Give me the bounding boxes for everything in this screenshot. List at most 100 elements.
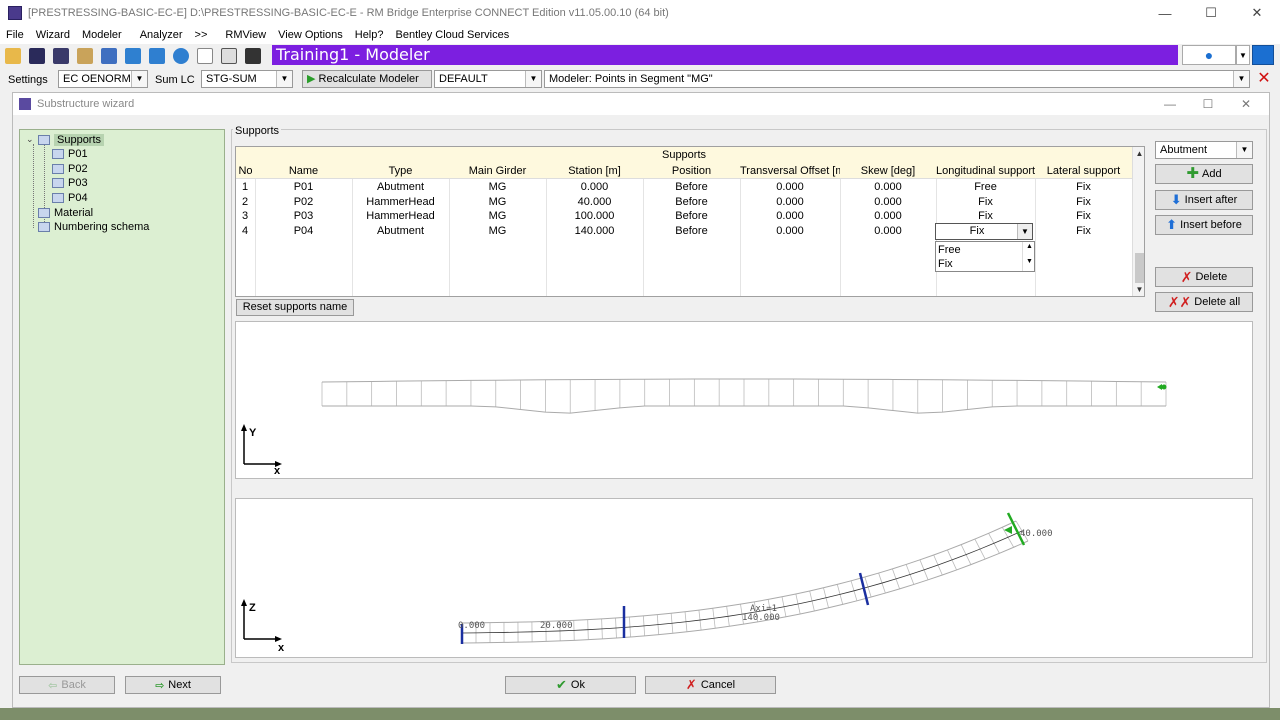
elevation-view[interactable]: 0.000 20.000 40.000 140.000 Axi=1 Z x (235, 498, 1253, 658)
table-scrollbar[interactable]: ▲ ▼ (1132, 147, 1144, 296)
document-button[interactable] (194, 46, 216, 66)
dropdown-option-free[interactable]: Free (938, 243, 961, 257)
chevron-down-icon[interactable]: ▼ (1017, 224, 1032, 239)
table-cell[interactable]: MG (449, 209, 546, 224)
tree-item-p03[interactable]: P03 (52, 176, 88, 190)
dropdown-option-fix[interactable]: Fix (938, 257, 953, 271)
scroll-up-icon[interactable]: ▲ (1133, 147, 1144, 160)
table-cell[interactable]: 3 (236, 209, 255, 224)
table-cell[interactable]: 100.000 (546, 209, 643, 224)
graduate-button[interactable] (242, 46, 264, 66)
table-cell[interactable]: MG (449, 195, 546, 210)
table-cell[interactable]: Before (643, 224, 740, 239)
table-cell[interactable]: 40.000 (546, 195, 643, 210)
table-cell[interactable]: 0.000 (740, 180, 840, 195)
table-cell[interactable]: Fix (1035, 209, 1132, 224)
menu-rmview[interactable]: RMView (219, 29, 272, 41)
add-button[interactable]: ✚ Add (1155, 164, 1253, 184)
dialog-minimize-button[interactable]: — (1151, 93, 1189, 115)
table-cell[interactable]: P04 (255, 224, 352, 239)
table-cell[interactable]: HammerHead (352, 195, 449, 210)
tree-item-p04[interactable]: P04 (52, 191, 88, 205)
table-cell[interactable]: 0.000 (840, 224, 936, 239)
next-button[interactable]: ⇨ Next (125, 676, 221, 694)
menu-wizard[interactable]: Wizard (30, 29, 76, 41)
column-header[interactable]: Position (643, 164, 740, 179)
browse-button[interactable] (74, 46, 96, 66)
table-cell[interactable]: Fix (1035, 224, 1132, 239)
status-select[interactable]: Modeler: Points in Segment "MG" ▼ (544, 70, 1250, 88)
table-cell[interactable]: 0.000 (840, 180, 936, 195)
table-cell[interactable]: MG (449, 180, 546, 195)
tree-item-numbering-schema[interactable]: Numbering schema (38, 220, 149, 234)
table-cell[interactable]: HammerHead (352, 209, 449, 224)
table-cell[interactable]: MG (449, 224, 546, 239)
scrollbar-thumb[interactable] (1135, 253, 1144, 283)
tree-item-p01[interactable]: P01 (52, 147, 88, 161)
table-cell[interactable]: Before (643, 180, 740, 195)
reset-supports-name-button[interactable]: Reset supports name (236, 299, 354, 316)
table-cell[interactable]: 0.000 (740, 209, 840, 224)
column-header[interactable]: Lateral support (1035, 164, 1132, 179)
table-cell[interactable]: P01 (255, 180, 352, 195)
table-cell[interactable]: Abutment (352, 180, 449, 195)
support-type-select[interactable]: Abutment ▼ (1155, 141, 1253, 159)
column-header[interactable]: No (236, 164, 255, 179)
table-cell[interactable]: Free (936, 180, 1035, 195)
user-dropdown-button[interactable]: ▼ (1236, 45, 1250, 65)
menu-analyzer[interactable]: Analyzer (134, 29, 189, 41)
insert-before-button[interactable]: ⬆ Insert before (1155, 215, 1253, 235)
collapse-icon[interactable]: ⌄ (26, 134, 34, 145)
table-cell[interactable]: 0.000 (546, 180, 643, 195)
table-cell[interactable]: Fix (936, 209, 1035, 224)
longitudinal-support-editor[interactable]: Fix ▼ (935, 223, 1033, 240)
column-header[interactable]: Main Girder (449, 164, 546, 179)
table-cell[interactable]: 140.000 (546, 224, 643, 239)
open-folder-button[interactable] (2, 46, 24, 66)
default-select[interactable]: DEFAULT ▼ (434, 70, 542, 88)
table-cell[interactable]: 1 (236, 180, 255, 195)
back-button[interactable]: ⇦ Back (19, 676, 115, 694)
table-cell[interactable]: Abutment (352, 224, 449, 239)
close-modeler-icon[interactable]: ✕ (1254, 70, 1274, 88)
dropdown-scrollbar[interactable]: ▲ ▼ (1022, 242, 1034, 271)
table-cell[interactable]: Fix (936, 195, 1035, 210)
column-header[interactable]: Type (352, 164, 449, 179)
table-cell[interactable]: 0.000 (840, 209, 936, 224)
menu-more[interactable]: >> (189, 29, 214, 41)
menu-file[interactable]: File (0, 29, 30, 41)
table-cell[interactable]: P02 (255, 195, 352, 210)
column-header[interactable]: Station [m] (546, 164, 643, 179)
help-button[interactable] (170, 46, 192, 66)
recalculate-modeler-button[interactable]: ▶ Recalculate Modeler (302, 70, 432, 88)
table-cell[interactable]: 0.000 (740, 224, 840, 239)
column-header[interactable]: Longitudinal support (936, 164, 1035, 179)
settings-tool-button[interactable] (98, 46, 120, 66)
dialog-close-button[interactable]: ✕ (1227, 93, 1265, 115)
delete-button[interactable]: ✗ Delete (1155, 267, 1253, 287)
tree-item-supports[interactable]: Supports (38, 133, 105, 147)
table-cell[interactable]: 2 (236, 195, 255, 210)
menu-view-options[interactable]: View Options (272, 29, 349, 41)
table-cell[interactable]: Fix (1035, 180, 1132, 195)
plan-view[interactable]: Y x (235, 321, 1253, 479)
scroll-down-icon[interactable]: ▼ (1133, 283, 1144, 296)
user-button[interactable]: ● (1182, 45, 1236, 65)
tree-item-material[interactable]: Material (38, 206, 93, 220)
column-header[interactable]: Transversal Offset [m] (740, 164, 840, 179)
close-button[interactable]: ✕ (1234, 0, 1280, 26)
menu-bentley-cloud[interactable]: Bentley Cloud Services (390, 29, 516, 41)
sumlc-select[interactable]: STG-SUM ▼ (201, 70, 293, 88)
norm-select[interactable]: EC OENORM ▼ (58, 70, 148, 88)
table-cell[interactable]: P03 (255, 209, 352, 224)
tree-item-p02[interactable]: P02 (52, 162, 88, 176)
list-button[interactable] (218, 46, 240, 66)
ok-button[interactable]: ✔ Ok (505, 676, 636, 694)
scroll-up-icon[interactable]: ▲ (1026, 243, 1033, 250)
insert-after-button[interactable]: ⬇ Insert after (1155, 190, 1253, 210)
menu-help[interactable]: Help? (349, 29, 390, 41)
table-cell[interactable]: 0.000 (840, 195, 936, 210)
table-cell[interactable]: Fix (1035, 195, 1132, 210)
network-icon[interactable] (1252, 45, 1274, 65)
table-cell[interactable]: 4 (236, 224, 255, 239)
